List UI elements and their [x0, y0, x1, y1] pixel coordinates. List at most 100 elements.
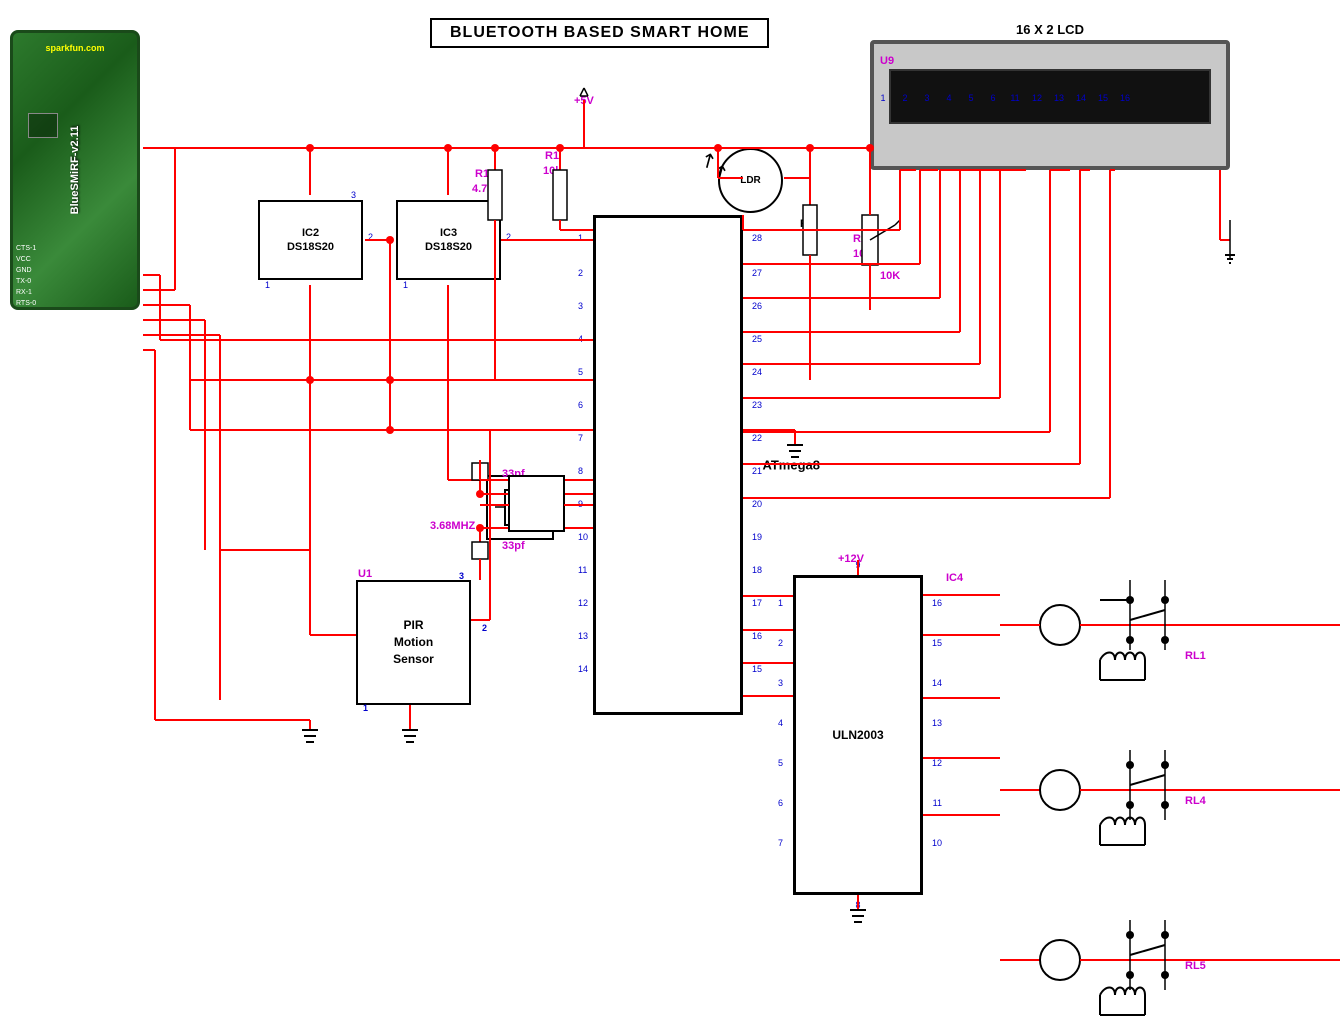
- r10-val: 4.7k: [472, 183, 493, 195]
- schematic-title: BLUETOOTH BASED SMART HOME: [430, 18, 769, 48]
- pir-label: PIR Motion Sensor: [393, 617, 434, 667]
- lcd-pin-12: 12: [1026, 93, 1048, 103]
- vcc12-label: +12V: [838, 553, 864, 565]
- r2-val: 10k: [853, 248, 871, 260]
- atm-pin21: 21: [752, 466, 762, 476]
- lcd-pin-6: 6: [982, 93, 1004, 103]
- lcd-u-label: U9: [880, 55, 894, 67]
- ldr-label: LDR: [740, 175, 761, 186]
- rl1-label: RL1: [1185, 650, 1206, 662]
- atm-pin24: 24: [752, 367, 762, 377]
- ic3-label: IC3DS18S20: [425, 226, 472, 255]
- lcd-pin-4: 4: [938, 93, 960, 103]
- r1-label: R1: [545, 150, 559, 162]
- atm-pin19: 19: [752, 532, 762, 542]
- atm-pin8: 8: [578, 466, 583, 476]
- lcd-pin-3: 3: [916, 93, 938, 103]
- ic4-label: IC4: [946, 572, 963, 584]
- atm-pin4: 4: [578, 334, 583, 344]
- uln-pin7: 7: [778, 838, 783, 848]
- atm-pin27: 27: [752, 268, 762, 278]
- pir-pin3: 3: [459, 570, 464, 583]
- ic2-pin3: 3: [351, 190, 356, 200]
- atm-pin2: 2: [578, 268, 583, 278]
- atm-pin12: 12: [578, 598, 588, 608]
- lcd-pin-1: 1: [872, 93, 894, 103]
- atm-pin26: 26: [752, 301, 762, 311]
- ic3-pin2: 2: [506, 232, 511, 242]
- atm-pin5: 5: [578, 367, 583, 377]
- r2-label: R2: [853, 233, 867, 245]
- rl5-label: RL5: [1185, 960, 1206, 972]
- atmega8-chip: 1 2 3 4 5 6 7 8 9 10 11 12 13 14 28 27 2…: [593, 215, 743, 715]
- atm-pin20: 20: [752, 499, 762, 509]
- atm-pin18: 18: [752, 565, 762, 575]
- uln-pin12: 12: [932, 758, 942, 768]
- ic2-label: IC2DS18S20: [287, 226, 334, 255]
- rl4-label: RL4: [1185, 795, 1206, 807]
- crystal-freq: 3.68MHZ: [430, 520, 475, 532]
- ic3-pin1: 1: [403, 280, 408, 290]
- atm-pin11: 11: [578, 565, 587, 575]
- uln2003-chip: ULN2003 1 2 3 4 5 6 7 16 15 14 13 12 11 …: [793, 575, 923, 895]
- atm-pin25: 25: [752, 334, 762, 344]
- lcd-pin-5: 5: [960, 93, 982, 103]
- uln-pin1: 1: [778, 598, 783, 608]
- atm-pin6: 6: [578, 400, 583, 410]
- ic2-chip: IC2DS18S20 3 2 1: [258, 200, 363, 280]
- atm-pin28: 28: [752, 233, 762, 243]
- lcd-pin-11: 11: [1004, 93, 1026, 103]
- atm-pin22: 22: [752, 433, 762, 443]
- pir-sensor: PIR Motion Sensor 3 2 1: [356, 580, 471, 705]
- uln-pin4: 4: [778, 718, 783, 728]
- uln-pin3: 3: [778, 678, 783, 688]
- atm-pin10: 10: [578, 532, 588, 542]
- atm-pin17: 17: [752, 598, 762, 608]
- atm-pin14: 14: [578, 664, 588, 674]
- bluetooth-module: sparkfun.com BlueSMiRF-v2.11 CTS-1 VCC G…: [10, 30, 140, 310]
- pir-pin1: 1: [363, 702, 368, 715]
- lcd-title: 16 X 2 LCD: [1016, 22, 1084, 37]
- r1-val: 10k: [543, 165, 561, 177]
- r10-label: R10: [475, 168, 495, 180]
- uln-pin13: 13: [932, 718, 942, 728]
- uln-pin14: 14: [932, 678, 942, 688]
- atm-pin3: 3: [578, 301, 583, 311]
- uln-pin5: 5: [778, 758, 783, 768]
- atm-pin7: 7: [578, 433, 583, 443]
- uln-pin11: 11: [933, 798, 942, 808]
- r1-pot-label: R1: [800, 218, 814, 230]
- atm-pin23: 23: [752, 400, 762, 410]
- ic2-pin1: 1: [265, 280, 270, 290]
- uln-label: ULN2003: [832, 728, 883, 742]
- bt-name-label: BlueSMiRF-v2.11: [69, 126, 81, 215]
- atm-pin9: 9: [578, 499, 583, 509]
- lcd-pin-15: 15: [1092, 93, 1114, 103]
- atmega-label: ATmega8: [762, 458, 820, 473]
- uln-pin8: 8: [855, 900, 860, 910]
- lcd-pin-row: 1 2 3 4 5 6 11 12 13 14 15 16: [872, 93, 1136, 103]
- cap2-label: 33pf: [502, 540, 525, 552]
- cap1-label: 33pf: [502, 468, 525, 480]
- lcd-pin-14: 14: [1070, 93, 1092, 103]
- atm-pin13: 13: [578, 631, 588, 641]
- lcd-pin-16: 16: [1114, 93, 1136, 103]
- crystal-component: [486, 475, 554, 540]
- vcc5-label: +5V: [574, 95, 594, 107]
- lcd-module: 16 X 2 LCD: [870, 40, 1230, 170]
- uln-pin15: 15: [932, 638, 942, 648]
- pir-u-label: U1: [358, 568, 372, 580]
- bt-site-label: sparkfun.com: [45, 43, 104, 53]
- uln-pin2: 2: [778, 638, 783, 648]
- atm-pin15: 15: [752, 664, 762, 674]
- uln-pin6: 6: [778, 798, 783, 808]
- ic2-pin2: 2: [368, 232, 373, 242]
- atm-pin1: 1: [578, 233, 583, 243]
- lcd-pin-2: 2: [894, 93, 916, 103]
- r3-val: 10K: [880, 270, 900, 282]
- uln-pin16: 16: [932, 598, 942, 608]
- uln-pin10: 10: [932, 838, 942, 848]
- pir-pin2: 2: [482, 622, 487, 635]
- lcd-pin-13: 13: [1048, 93, 1070, 103]
- ic3-chip: IC3DS18S20 3 2 1: [396, 200, 501, 280]
